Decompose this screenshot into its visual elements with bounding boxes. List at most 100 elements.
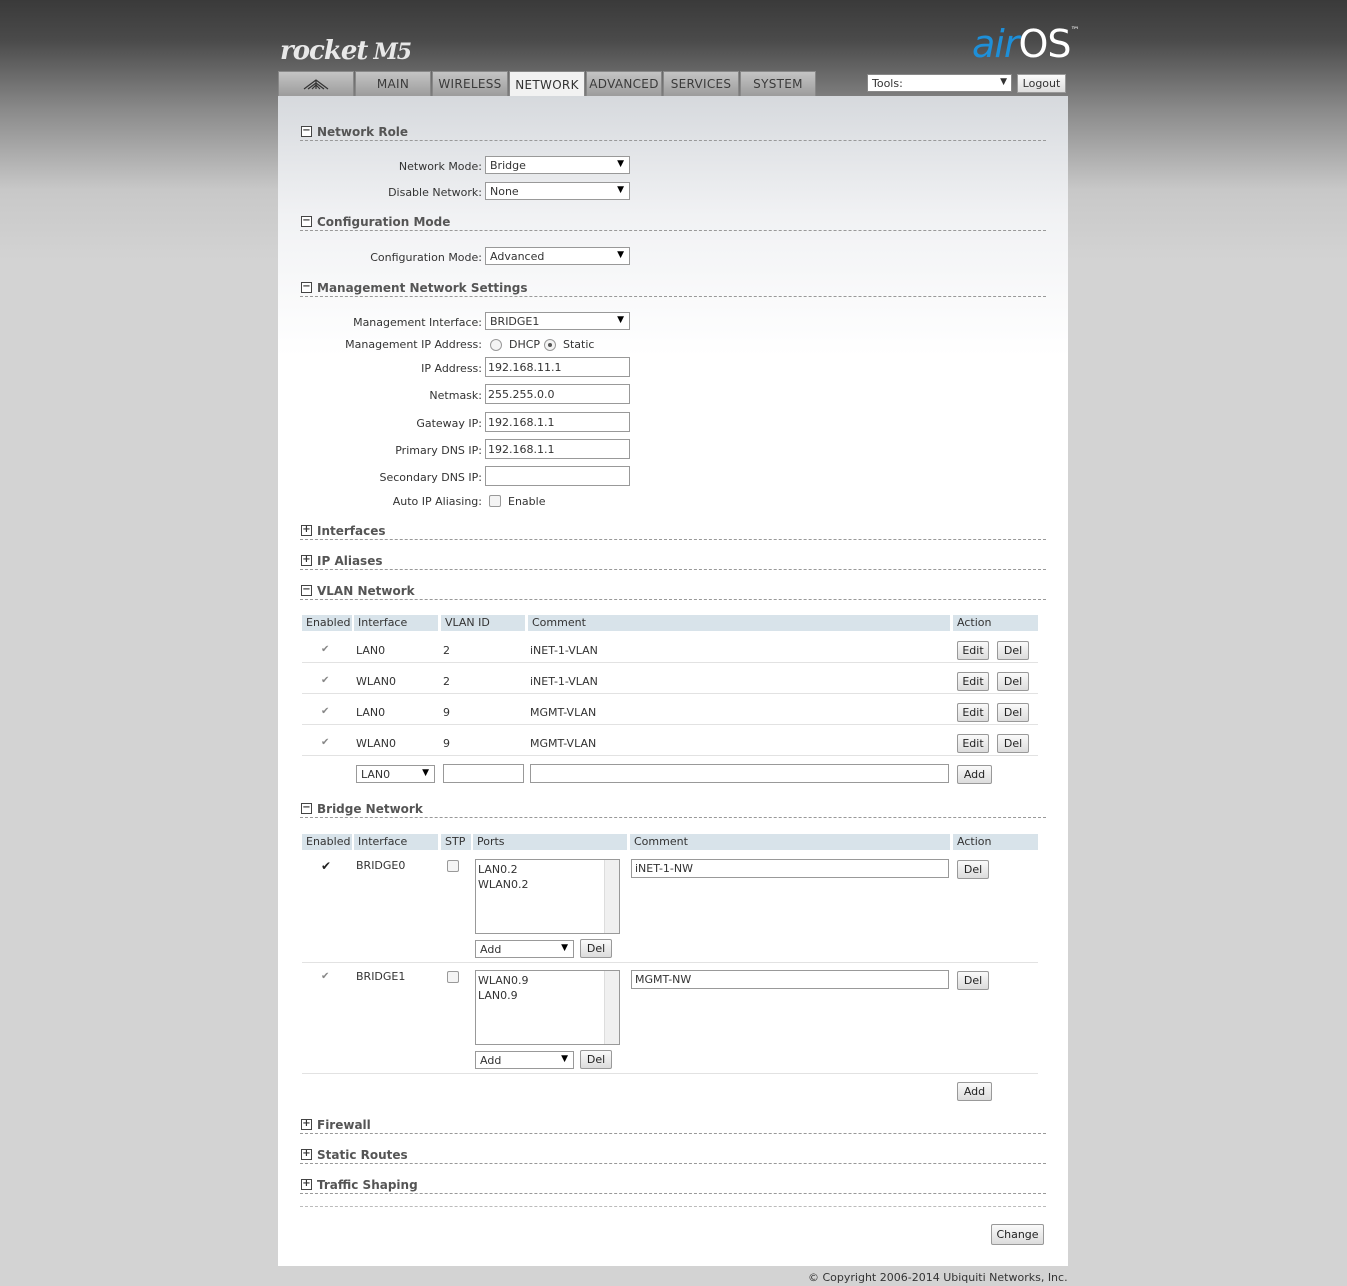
- vlan-del-button[interactable]: Del: [997, 641, 1029, 660]
- vlan-edit-button[interactable]: Edit: [957, 703, 989, 722]
- vlan-new-interface-select[interactable]: LAN0 ▼: [356, 765, 435, 783]
- section-vlan-network[interactable]: − VLAN Network: [300, 584, 1046, 600]
- vlan-edit-button[interactable]: Edit: [957, 734, 989, 753]
- primary-dns-input[interactable]: 192.168.1.1: [485, 439, 630, 459]
- bridge-add-button[interactable]: Add: [957, 1082, 992, 1101]
- bridge-interface: BRIDGE1: [356, 970, 406, 983]
- bridge-enabled-checkbox[interactable]: ✔: [321, 860, 331, 872]
- port-item[interactable]: WLAN0.2: [478, 877, 617, 892]
- vlan-new-id-input[interactable]: [443, 764, 524, 783]
- bridge-stp-checkbox[interactable]: [447, 971, 459, 983]
- bridge-port-add-select[interactable]: Add ▼: [475, 940, 574, 958]
- vlan-interface: WLAN0: [356, 737, 397, 750]
- disable-network-select[interactable]: None ▼: [485, 182, 630, 200]
- configuration-mode-select[interactable]: Advanced ▼: [485, 247, 630, 265]
- management-interface-select[interactable]: BRIDGE1 ▼: [485, 312, 630, 330]
- tab-main[interactable]: MAIN: [355, 71, 431, 96]
- auto-ip-aliasing-label: Auto IP Aliasing:: [392, 495, 482, 508]
- bridge-comment-input[interactable]: iNET-1-NW: [631, 859, 949, 878]
- collapse-icon: −: [301, 125, 312, 137]
- section-ip-aliases[interactable]: + IP Aliases: [300, 554, 1046, 570]
- collapse-icon: −: [301, 802, 312, 814]
- bridge-ports-list[interactable]: WLAN0.9 LAN0.9: [475, 970, 620, 1045]
- chevron-down-icon: ▼: [617, 315, 624, 325]
- vlan-add-button[interactable]: Add: [957, 765, 992, 784]
- dhcp-radio[interactable]: [490, 339, 502, 351]
- vlan-enabled-checkbox[interactable]: ✔: [321, 707, 329, 717]
- bridge-interface: BRIDGE0: [356, 859, 406, 872]
- bridge-port-add-select[interactable]: Add ▼: [475, 1051, 574, 1069]
- section-configuration-mode[interactable]: − Configuration Mode: [300, 215, 1046, 231]
- chevron-down-icon: ▼: [1000, 77, 1007, 87]
- vlan-del-button[interactable]: Del: [997, 703, 1029, 722]
- bridge-enabled-checkbox[interactable]: ✔: [321, 972, 329, 982]
- section-traffic-shaping[interactable]: + Traffic Shaping: [300, 1178, 1046, 1194]
- vlan-del-button[interactable]: Del: [997, 734, 1029, 753]
- auto-ip-aliasing-enable-label: Enable: [508, 495, 546, 508]
- collapse-icon: −: [301, 584, 312, 596]
- auto-ip-aliasing-checkbox[interactable]: [489, 495, 501, 507]
- tab-advanced[interactable]: ADVANCED: [586, 71, 662, 96]
- vlan-enabled-checkbox[interactable]: ✔: [321, 676, 329, 686]
- bridge-port-del-button[interactable]: Del: [580, 1050, 612, 1069]
- vlan-interface: WLAN0: [356, 675, 397, 688]
- scrollbar[interactable]: [604, 860, 619, 933]
- tab-ubiquiti-logo[interactable]: [278, 71, 354, 96]
- bridge-port-del-button[interactable]: Del: [580, 939, 612, 958]
- network-mode-select[interactable]: Bridge ▼: [485, 156, 630, 174]
- port-item[interactable]: LAN0.2: [478, 862, 617, 877]
- bridge-ports-list[interactable]: LAN0.2 WLAN0.2: [475, 859, 620, 934]
- vlan-id: 2: [443, 644, 450, 657]
- vlan-enabled-checkbox[interactable]: ✔: [321, 645, 329, 655]
- vlan-comment: iNET-1-VLAN: [530, 675, 598, 688]
- bridge-header-action: Action: [953, 834, 1038, 850]
- bridge-comment-input[interactable]: MGMT-NW: [631, 970, 949, 989]
- section-interfaces[interactable]: + Interfaces: [300, 524, 1046, 540]
- netmask-label: Netmask:: [429, 389, 482, 402]
- vlan-enabled-checkbox[interactable]: ✔: [321, 738, 329, 748]
- expand-icon: +: [301, 1118, 312, 1130]
- bridge-del-button[interactable]: Del: [957, 971, 989, 990]
- section-management-network[interactable]: − Management Network Settings: [300, 281, 1046, 297]
- row-divider: [302, 693, 1038, 694]
- vlan-comment: iNET-1-VLAN: [530, 644, 598, 657]
- row-divider: [302, 962, 1038, 963]
- chevron-down-icon: ▼: [617, 250, 624, 260]
- chevron-down-icon: ▼: [561, 1054, 568, 1064]
- vlan-edit-button[interactable]: Edit: [957, 641, 989, 660]
- network-mode-label: Network Mode:: [398, 160, 482, 173]
- copyright: © Copyright 2006-2014 Ubiquiti Networks,…: [808, 1271, 1068, 1284]
- tools-select[interactable]: Tools: ▼: [867, 74, 1012, 92]
- section-bridge-network[interactable]: − Bridge Network: [300, 802, 1046, 818]
- chevron-down-icon: ▼: [617, 159, 624, 169]
- static-radio[interactable]: [544, 339, 556, 351]
- bridge-del-button[interactable]: Del: [957, 860, 989, 879]
- bridge-header-stp: STP: [441, 834, 471, 850]
- change-button[interactable]: Change: [991, 1224, 1044, 1245]
- scrollbar[interactable]: [604, 971, 619, 1044]
- chevron-down-icon: ▼: [422, 768, 429, 778]
- static-label: Static: [563, 338, 595, 351]
- row-divider: [302, 662, 1038, 663]
- tab-wireless[interactable]: WIRELESS: [432, 71, 508, 96]
- tab-system[interactable]: SYSTEM: [740, 71, 816, 96]
- logout-button[interactable]: Logout: [1017, 74, 1066, 93]
- section-firewall[interactable]: + Firewall: [300, 1118, 1046, 1134]
- section-static-routes[interactable]: + Static Routes: [300, 1148, 1046, 1164]
- bridge-stp-checkbox[interactable]: [447, 860, 459, 872]
- section-network-role[interactable]: − Network Role: [300, 125, 1046, 141]
- secondary-dns-input[interactable]: [485, 466, 630, 486]
- tab-services[interactable]: SERVICES: [663, 71, 739, 96]
- gateway-ip-input[interactable]: 192.168.1.1: [485, 412, 630, 432]
- port-item[interactable]: WLAN0.9: [478, 973, 617, 988]
- netmask-input[interactable]: 255.255.0.0: [485, 384, 630, 404]
- airos-logo: airOS™: [972, 22, 1080, 66]
- ip-address-input[interactable]: 192.168.11.1: [485, 357, 630, 377]
- expand-icon: +: [301, 554, 312, 566]
- vlan-edit-button[interactable]: Edit: [957, 672, 989, 691]
- vlan-new-comment-input[interactable]: [530, 764, 949, 783]
- port-item[interactable]: LAN0.9: [478, 988, 617, 1003]
- vlan-del-button[interactable]: Del: [997, 672, 1029, 691]
- tab-network[interactable]: NETWORK: [509, 71, 585, 97]
- bridge-header-comment: Comment: [630, 834, 950, 850]
